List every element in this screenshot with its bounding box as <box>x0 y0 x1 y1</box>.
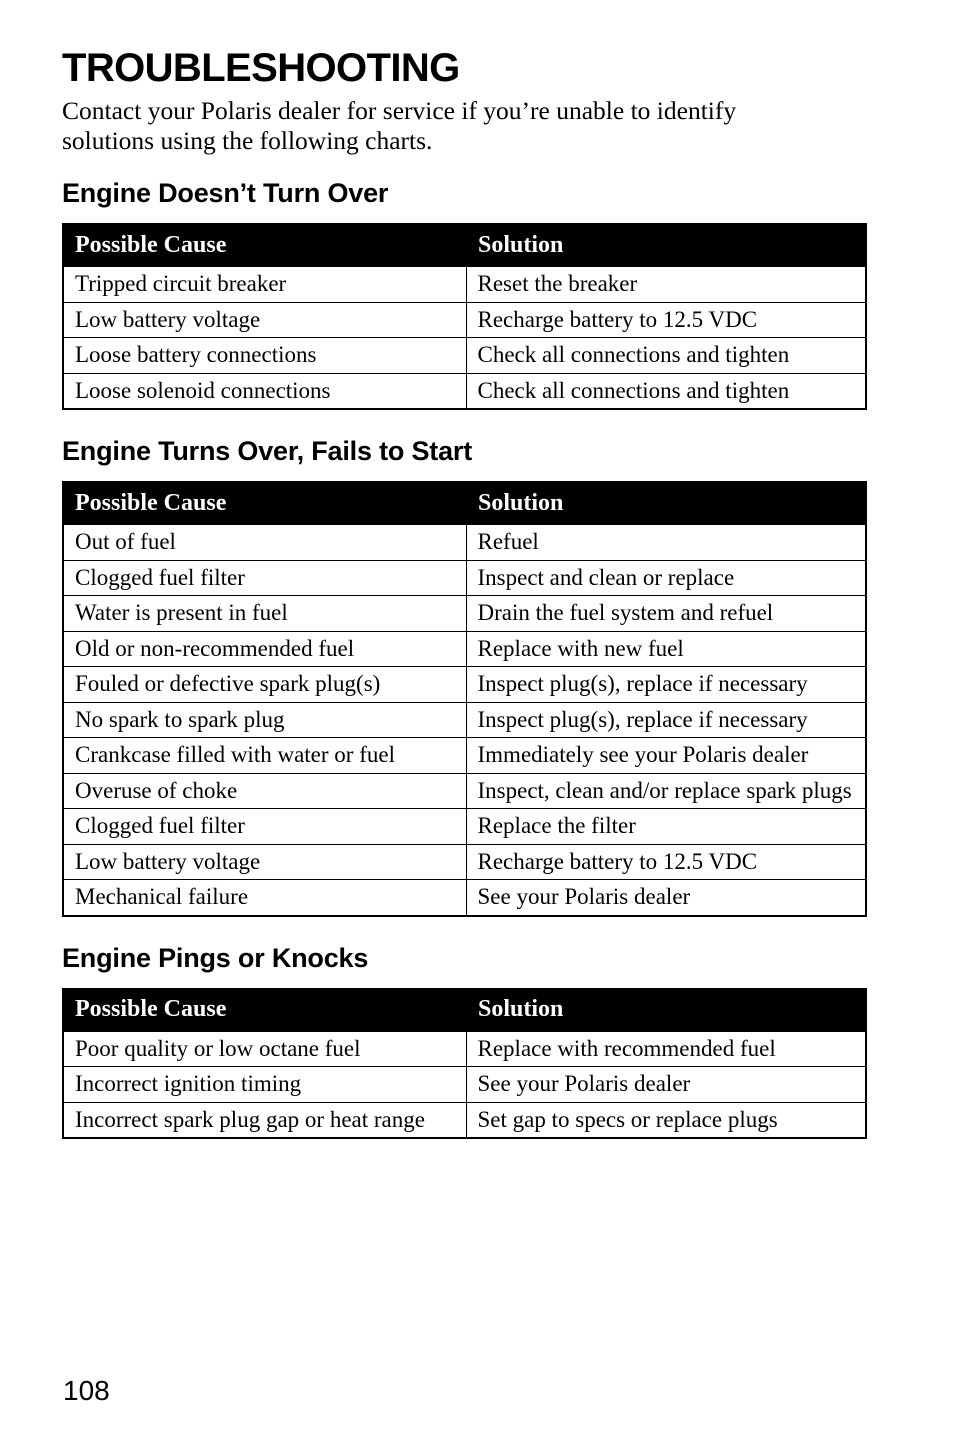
cell-solution: Inspect plug(s), replace if necessary <box>465 666 867 703</box>
cell-cause: Out of fuel <box>62 523 467 561</box>
column-header-solution: Solution <box>465 223 867 267</box>
table-row: Old or non-recommended fuel Replace with… <box>62 630 867 667</box>
cell-cause: Low battery voltage <box>62 843 467 880</box>
cell-cause: Mechanical failure <box>62 879 467 916</box>
section-heading-engine-turns-over-fails-to-start: Engine Turns Over, Fails to Start <box>62 436 472 466</box>
cell-solution: Replace with new fuel <box>465 630 867 667</box>
table-row: Loose solenoid connections Check all con… <box>62 372 867 410</box>
table-row: Clogged fuel filter Replace the filter <box>62 808 867 845</box>
cell-cause: Incorrect ignition timing <box>62 1066 467 1103</box>
cell-cause: Fouled or defective spark plug(s) <box>62 666 467 703</box>
table-row: Poor quality or low octane fuel Replace … <box>62 1030 867 1067</box>
table-row: Out of fuel Refuel <box>62 523 867 561</box>
cell-solution: Drain the fuel system and refuel <box>465 595 867 632</box>
table-row: Overuse of choke Inspect, clean and/or r… <box>62 772 867 809</box>
section-heading-engine-pings-or-knocks: Engine Pings or Knocks <box>62 942 369 973</box>
table-row: Water is present in fuel Drain the fuel … <box>62 595 867 632</box>
table-row: Low battery voltage Recharge battery to … <box>62 301 867 338</box>
cell-solution: Inspect and clean or replace <box>465 559 867 596</box>
column-header-solution: Solution <box>465 481 867 525</box>
manual-page: TROUBLESHOOTING Contact your Polaris dea… <box>0 0 954 1454</box>
cell-solution: Set gap to specs or replace plugs <box>465 1101 867 1139</box>
cell-cause: Tripped circuit breaker <box>62 265 467 303</box>
cell-cause: No spark to spark plug <box>62 701 467 738</box>
cell-solution: Refuel <box>465 523 867 561</box>
cell-cause: Water is present in fuel <box>62 595 467 632</box>
cell-solution: Inspect plug(s), replace if necessary <box>465 701 867 738</box>
cell-cause: Loose battery connections <box>62 337 467 374</box>
column-header-possible-cause: Possible Cause <box>62 481 467 525</box>
cell-solution: Reset the breaker <box>465 265 867 303</box>
cell-cause: Clogged fuel filter <box>62 559 467 596</box>
cell-cause: Loose solenoid connections <box>62 372 467 410</box>
cell-solution: See your Polaris dealer <box>465 879 867 916</box>
table-header-row: Possible Cause Solution <box>62 223 867 267</box>
table-row: Low battery voltage Recharge battery to … <box>62 843 867 880</box>
cell-cause: Incorrect spark plug gap or heat range <box>62 1101 467 1139</box>
table-row: Incorrect ignition timing See your Polar… <box>62 1066 867 1103</box>
column-header-solution: Solution <box>465 987 867 1032</box>
cell-solution: Replace the filter <box>465 808 867 845</box>
cell-cause: Clogged fuel filter <box>62 808 467 845</box>
table-row: Tripped circuit breaker Reset the breake… <box>62 265 867 303</box>
table-row: Mechanical failure See your Polaris deal… <box>62 879 867 916</box>
table-engine-pings-or-knocks: Possible Cause Solution Poor quality or … <box>62 987 867 1139</box>
table-engine-turns-over-fails-to-start: Possible Cause Solution Out of fuel Refu… <box>62 481 867 917</box>
page-number: 108 <box>63 1375 110 1406</box>
cell-solution: Recharge battery to 12.5 VDC <box>465 843 867 880</box>
cell-solution: Check all connections and tighten <box>465 337 867 374</box>
table-header-row: Possible Cause Solution <box>62 481 867 525</box>
cell-solution: Inspect, clean and/or replace spark plug… <box>465 772 867 809</box>
table-row: Incorrect spark plug gap or heat range S… <box>62 1101 867 1139</box>
cell-solution: See your Polaris dealer <box>465 1066 867 1103</box>
page-title: TROUBLESHOOTING <box>62 46 460 90</box>
table-row: Clogged fuel filter Inspect and clean or… <box>62 559 867 596</box>
cell-solution: Recharge battery to 12.5 VDC <box>465 301 867 338</box>
table-row: Fouled or defective spark plug(s) Inspec… <box>62 666 867 703</box>
table-row: Loose battery connections Check all conn… <box>62 337 867 374</box>
cell-cause: Low battery voltage <box>62 301 467 338</box>
table-row: No spark to spark plug Inspect plug(s), … <box>62 701 867 738</box>
cell-cause: Overuse of choke <box>62 772 467 809</box>
table-header-row: Possible Cause Solution <box>62 987 867 1032</box>
table-engine-doesnt-turn-over: Possible Cause Solution Tripped circuit … <box>62 223 867 410</box>
intro-paragraph: Contact your Polaris dealer for service … <box>62 96 737 155</box>
cell-cause: Poor quality or low octane fuel <box>62 1030 467 1067</box>
column-header-possible-cause: Possible Cause <box>62 223 467 267</box>
section-heading-engine-doesnt-turn-over: Engine Doesn’t Turn Over <box>62 178 389 208</box>
cell-solution: Check all connections and tighten <box>465 372 867 410</box>
column-header-possible-cause: Possible Cause <box>62 987 467 1032</box>
cell-cause: Crankcase filled with water or fuel <box>62 737 467 774</box>
page-content: TROUBLESHOOTING Contact your Polaris dea… <box>62 46 868 1139</box>
cell-solution: Replace with recommended fuel <box>465 1030 867 1067</box>
table-row: Crankcase filled with water or fuel Imme… <box>62 737 867 774</box>
cell-cause: Old or non-recommended fuel <box>62 630 467 667</box>
cell-solution: Immediately see your Polaris dealer <box>465 737 867 774</box>
